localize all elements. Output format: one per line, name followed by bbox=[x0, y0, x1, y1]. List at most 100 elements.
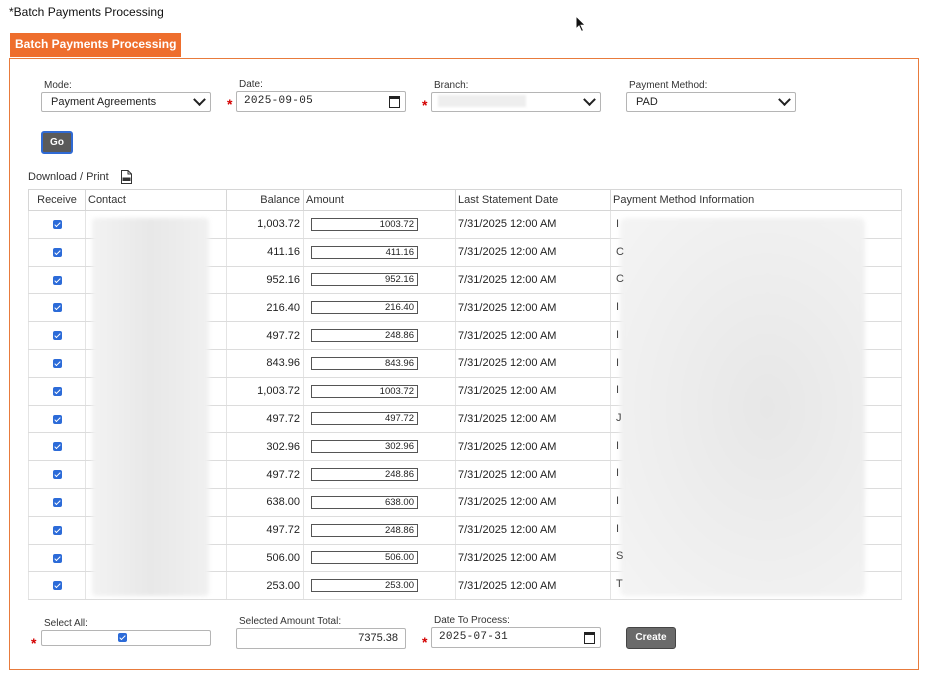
payment-method-select[interactable]: PAD bbox=[626, 92, 796, 112]
amount-input[interactable]: 1003.72 bbox=[311, 384, 418, 398]
download-print-link[interactable]: Download / Print bbox=[28, 171, 109, 183]
amount-input[interactable]: 302.96 bbox=[311, 440, 418, 454]
balance-cell: 253.00 bbox=[226, 571, 304, 601]
receive-cell bbox=[28, 265, 86, 295]
page-title: *Batch Payments Processing bbox=[9, 5, 164, 19]
required-asterisk: * bbox=[422, 634, 428, 650]
amount-input[interactable]: 1003.72 bbox=[311, 217, 418, 231]
create-button[interactable]: Create bbox=[626, 627, 676, 649]
required-asterisk: * bbox=[422, 97, 428, 113]
amount-input[interactable]: 638.00 bbox=[311, 495, 418, 509]
amount-input[interactable]: 248.86 bbox=[311, 523, 418, 537]
receive-cell bbox=[28, 404, 86, 434]
receive-checkbox[interactable] bbox=[52, 581, 62, 591]
receive-cell bbox=[28, 210, 86, 239]
branch-value-redacted bbox=[438, 95, 526, 107]
amount-input[interactable]: 248.86 bbox=[311, 468, 418, 482]
balance-cell: 843.96 bbox=[226, 348, 304, 378]
receive-cell bbox=[28, 460, 86, 489]
amount-input[interactable]: 248.86 bbox=[311, 329, 418, 343]
last-statement-date-cell: 7/31/2025 12:00 AM bbox=[455, 376, 611, 406]
csv-file-icon[interactable] bbox=[121, 170, 132, 184]
payment-method-info-redacted bbox=[620, 218, 865, 596]
balance-cell: 1,003.72 bbox=[226, 210, 304, 239]
receive-checkbox[interactable] bbox=[52, 386, 62, 396]
payment-method-info-initial: I bbox=[616, 328, 620, 341]
column-header-last-statement-date: Last Statement Date bbox=[455, 189, 611, 211]
receive-cell bbox=[28, 515, 86, 545]
last-statement-date-cell: 7/31/2025 12:00 AM bbox=[455, 460, 611, 489]
receive-checkbox[interactable] bbox=[52, 553, 62, 563]
selected-amount-total-label: Selected Amount Total: bbox=[239, 616, 342, 627]
receive-checkbox[interactable] bbox=[52, 470, 62, 480]
last-statement-date-cell: 7/31/2025 12:00 AM bbox=[455, 515, 611, 545]
receive-checkbox[interactable] bbox=[52, 414, 62, 424]
calendar-icon[interactable] bbox=[389, 96, 400, 108]
balance-cell: 952.16 bbox=[226, 265, 304, 295]
balance-cell: 497.72 bbox=[226, 515, 304, 545]
receive-checkbox[interactable] bbox=[52, 275, 62, 285]
mode-select-value: Payment Agreements bbox=[51, 96, 157, 108]
date-to-process-input[interactable]: 2025-07-31 bbox=[431, 627, 601, 648]
amount-cell: 248.86 bbox=[303, 460, 456, 489]
receive-checkbox[interactable] bbox=[52, 219, 62, 229]
amount-cell: 952.16 bbox=[303, 265, 456, 295]
receive-checkbox[interactable] bbox=[52, 303, 62, 313]
date-input-value: 2025-09-05 bbox=[244, 95, 314, 107]
amount-input[interactable]: 506.00 bbox=[311, 551, 418, 565]
amount-cell: 497.72 bbox=[303, 404, 456, 434]
amount-input[interactable]: 411.16 bbox=[311, 245, 418, 259]
chevron-down-icon bbox=[778, 93, 791, 107]
calendar-icon[interactable] bbox=[584, 632, 595, 644]
balance-cell: 497.72 bbox=[226, 321, 304, 350]
amount-input[interactable]: 497.72 bbox=[311, 412, 418, 426]
payment-method-info-initial: I bbox=[616, 495, 620, 507]
last-statement-date-cell: 7/31/2025 12:00 AM bbox=[455, 265, 611, 295]
balance-cell: 638.00 bbox=[226, 487, 304, 517]
receive-checkbox[interactable] bbox=[52, 358, 62, 368]
amount-cell: 248.86 bbox=[303, 515, 456, 545]
payment-method-info-initial: I bbox=[616, 356, 620, 369]
required-asterisk: * bbox=[227, 96, 233, 112]
column-header-receive: Receive bbox=[28, 189, 86, 211]
last-statement-date-cell: 7/31/2025 12:00 AM bbox=[455, 543, 611, 573]
amount-input[interactable]: 952.16 bbox=[311, 273, 418, 287]
balance-cell: 216.40 bbox=[226, 293, 304, 323]
payment-method-info-initial: C bbox=[616, 245, 624, 258]
receive-checkbox[interactable] bbox=[52, 247, 62, 257]
receive-cell bbox=[28, 432, 86, 462]
payment-method-info-initial: S bbox=[616, 550, 624, 563]
payment-method-info-initial: T bbox=[616, 578, 623, 591]
receive-checkbox[interactable] bbox=[52, 525, 62, 535]
amount-cell: 302.96 bbox=[303, 432, 456, 462]
receive-checkbox[interactable] bbox=[52, 497, 62, 507]
amount-input[interactable]: 216.40 bbox=[311, 301, 418, 315]
amount-input[interactable]: 253.00 bbox=[311, 579, 418, 593]
go-button[interactable]: Go bbox=[41, 131, 73, 154]
date-input[interactable]: 2025-09-05 bbox=[236, 91, 406, 112]
amount-input[interactable]: 843.96 bbox=[311, 356, 418, 370]
receive-checkbox[interactable] bbox=[52, 331, 62, 341]
receive-cell bbox=[28, 237, 86, 267]
payment-method-info-initial: I bbox=[616, 522, 620, 535]
payment-method-select-value: PAD bbox=[636, 96, 658, 108]
receive-cell bbox=[28, 543, 86, 573]
amount-cell: 1003.72 bbox=[303, 376, 456, 406]
mode-label: Mode: bbox=[44, 80, 72, 91]
amount-cell: 638.00 bbox=[303, 487, 456, 517]
receive-cell bbox=[28, 321, 86, 350]
payment-method-info-initial: J bbox=[616, 411, 622, 424]
receive-checkbox[interactable] bbox=[52, 442, 62, 452]
last-statement-date-cell: 7/31/2025 12:00 AM bbox=[455, 321, 611, 350]
chevron-down-icon bbox=[583, 93, 596, 107]
payment-method-info-initial: I bbox=[616, 218, 620, 230]
amount-cell: 248.86 bbox=[303, 321, 456, 350]
select-all-checkbox[interactable] bbox=[118, 633, 127, 642]
payment-method-info-initial: I bbox=[616, 384, 620, 397]
last-statement-date-cell: 7/31/2025 12:00 AM bbox=[455, 432, 611, 462]
amount-cell: 1003.72 bbox=[303, 210, 456, 239]
tab-batch-payments-processing[interactable]: Batch Payments Processing bbox=[10, 33, 182, 57]
mode-select[interactable]: Payment Agreements bbox=[41, 92, 211, 112]
date-label: Date: bbox=[239, 79, 263, 90]
amount-cell: 843.96 bbox=[303, 348, 456, 378]
